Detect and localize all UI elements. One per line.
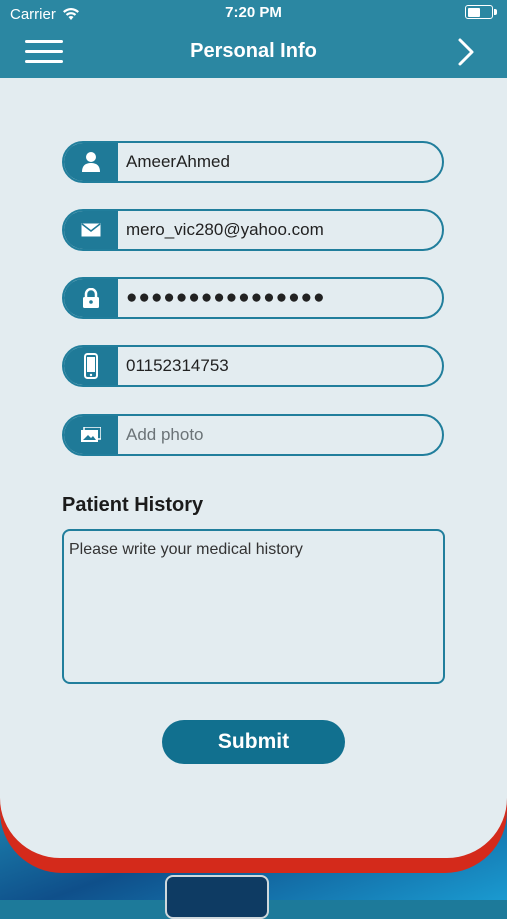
page-title: Personal Info [190,40,317,62]
phone-icon [64,347,118,385]
add-photo-field[interactable]: Add photo [62,414,444,456]
status-time: 7:20 PM [225,4,282,21]
user-icon [64,143,118,181]
name-value: AmeerAhmed [126,152,230,171]
envelope-icon [64,211,118,249]
password-value: ●●●●●●●●●●●●●●●● [126,287,326,308]
device-graphic [165,875,269,919]
phone-field[interactable]: 01152314753 [62,345,444,387]
password-field[interactable]: ●●●●●●●●●●●●●●●● [62,277,444,319]
submit-button[interactable]: Submit [162,720,345,764]
phone-value: 01152314753 [126,356,229,375]
name-field[interactable]: AmeerAhmed [62,141,444,183]
add-photo-placeholder: Add photo [126,425,204,444]
next-button[interactable] [455,37,479,67]
image-icon [64,416,118,454]
lock-icon [64,279,118,317]
email-field[interactable]: mero_vic280@yahoo.com [62,209,444,251]
nav-header: Carrier 7:20 PM Personal Info [0,0,507,78]
battery-icon [465,5,497,25]
patient-history-title: Patient History [62,494,204,516]
medical-history-placeholder: Please write your medical history [69,541,303,558]
chevron-right-icon [458,38,474,66]
medical-history-input[interactable]: Please write your medical history [62,529,445,684]
email-value: mero_vic280@yahoo.com [126,220,324,239]
